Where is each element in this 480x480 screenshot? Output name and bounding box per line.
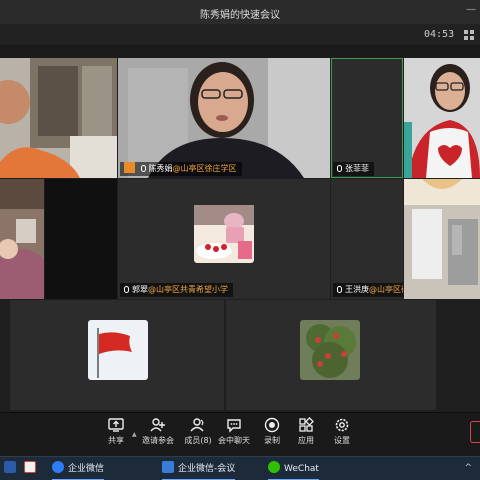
video-tile[interactable] — [0, 179, 44, 299]
record-button[interactable]: 录制 — [254, 417, 290, 446]
participant-name-tag: 陈秀娟@山亭区徐庄学区 — [120, 162, 242, 176]
gear-icon — [335, 418, 349, 432]
os-taskbar: 企业微信 企业微信-会议 WeChat ^ — [0, 456, 480, 480]
invite-button[interactable]: 邀请参会 — [140, 417, 176, 446]
taskbar-item[interactable]: 企业微信 — [52, 460, 105, 480]
apps-button[interactable]: 应用 — [288, 417, 324, 446]
active-speaker-border — [331, 58, 403, 178]
microphone-icon — [337, 286, 342, 293]
video-tile[interactable]: 张菲菲 — [331, 58, 403, 178]
taskbar-item[interactable]: WeChat — [268, 460, 319, 480]
participant-name: 郭翠 — [132, 285, 148, 294]
meeting-timer: 04:53 — [424, 29, 455, 40]
taskbar-item[interactable]: 企业微信-会议 — [162, 460, 236, 480]
video-tile[interactable]: 陈秀娟@山亭区徐庄学区 — [118, 58, 330, 178]
app-icon — [24, 461, 36, 473]
settings-label: 设置 — [334, 436, 350, 445]
taskbar-app-icon[interactable] — [24, 460, 38, 478]
settings-button[interactable]: 设置 — [324, 417, 360, 446]
participant-avatar — [194, 205, 254, 263]
title-bar: 陈秀娟的快速会议 — — [0, 0, 480, 24]
layout-grid-icon[interactable] — [464, 30, 474, 40]
participant-name-tag: 张菲菲 — [333, 162, 374, 176]
microphone-icon — [140, 165, 146, 172]
flag-avatar — [88, 320, 148, 380]
video-tile[interactable]: 王洪庚@山亭区徐庄镇宝隆·华辉范岭希 — [331, 179, 403, 299]
record-label: 录制 — [264, 436, 280, 445]
people-icon — [190, 418, 204, 432]
window-title: 陈秀娟的快速会议 — [200, 10, 280, 21]
members-button[interactable]: 成员(8) — [180, 417, 216, 446]
video-grid: 陈秀娟@山亭区徐庄学区 张菲菲 郭翠@山亭区共青希望小学 王洪庚@山亭区 — [0, 58, 480, 412]
video-tile[interactable] — [10, 300, 224, 410]
video-tile[interactable] — [404, 179, 480, 299]
participant-name-tag: 王洪庚@山亭区徐庄镇宝隆·华辉范岭希 — [333, 283, 403, 297]
taskbar-item-label: 企业微信 — [68, 464, 105, 474]
participant-name-tag: 郭翠@山亭区共青希望小学 — [120, 283, 233, 297]
screen-share-icon — [108, 418, 124, 432]
participant-video — [0, 58, 117, 178]
participant-video — [118, 58, 330, 178]
wecom-icon — [52, 461, 64, 473]
video-tile[interactable] — [404, 58, 480, 178]
window-controls: — — [466, 4, 476, 15]
host-badge-icon — [124, 162, 135, 173]
record-icon — [264, 417, 280, 433]
apps-label: 应用 — [298, 436, 314, 445]
chat-bubble-icon — [227, 419, 241, 433]
participant-video — [404, 58, 480, 178]
tray-chevron-icon[interactable]: ^ — [464, 463, 472, 473]
participant-video — [404, 179, 480, 299]
microphone-icon — [337, 165, 342, 172]
participant-video — [0, 179, 44, 299]
share-button[interactable]: 共享 — [98, 417, 134, 446]
participant-org: @山亭区共青希望小学 — [148, 285, 228, 294]
video-tile[interactable] — [0, 58, 117, 178]
chat-button[interactable]: 会中聊天 — [216, 417, 252, 446]
participant-org: @山亭区徐庄学区 — [172, 164, 237, 173]
participant-name: 陈秀娟 — [148, 164, 173, 173]
share-label: 共享 — [108, 436, 124, 445]
video-tile[interactable] — [226, 300, 436, 410]
video-tile[interactable]: 郭翠@山亭区共青希望小学 — [118, 179, 330, 299]
meeting-toolbar: 共享 ▲ 邀请参会 成员(8) 会中聊天 录制 应用 设置 — [0, 412, 480, 456]
taskbar-app-icon[interactable] — [4, 460, 18, 478]
apps-grid-icon — [299, 417, 314, 432]
participant-name: 王洪庚 — [345, 285, 369, 294]
chat-label: 会中聊天 — [218, 436, 250, 445]
members-label: 成员(8) — [184, 436, 212, 445]
participant-name: 张菲菲 — [345, 164, 369, 173]
chevron-up-icon[interactable]: ▲ — [132, 431, 137, 438]
video-tile[interactable] — [45, 179, 117, 299]
taskbar-item-label: 企业微信-会议 — [178, 464, 236, 474]
wecom-meeting-icon — [162, 461, 174, 473]
meeting-info-bar: 04:53 — [0, 24, 480, 46]
add-person-icon — [150, 418, 165, 432]
taskbar-item-label: WeChat — [284, 464, 319, 474]
invite-label: 邀请参会 — [142, 436, 174, 445]
apple-tree-avatar — [300, 320, 360, 380]
minimize-icon[interactable]: — — [466, 4, 476, 15]
end-meeting-button[interactable] — [470, 421, 480, 443]
wechat-icon — [268, 461, 280, 473]
participant-org: @山亭区徐庄镇宝隆·华辉范岭希 — [369, 285, 403, 294]
app-icon — [4, 461, 16, 473]
microphone-icon — [124, 286, 129, 293]
